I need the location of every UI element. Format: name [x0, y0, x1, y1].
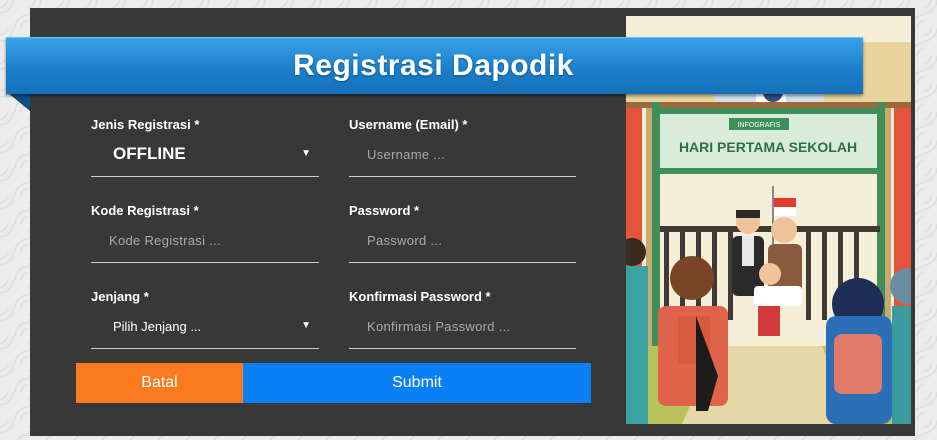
header-ribbon: Registrasi Dapodik — [6, 37, 863, 94]
jenjang-value: Pilih Jenjang ... — [113, 318, 202, 334]
jenis-registrasi-value: OFFLINE — [113, 144, 186, 163]
username-placeholder: Username ... — [367, 146, 446, 162]
banner-small-text: INFOGRAFIS — [738, 122, 781, 129]
banner-text: HARI PERTAMA SEKOLAH — [679, 139, 857, 155]
jenis-registrasi-select[interactable]: OFFLINE ▼ — [91, 132, 319, 177]
page-title: Registrasi Dapodik — [293, 49, 574, 82]
cancel-button[interactable]: Batal — [76, 363, 243, 403]
chevron-down-icon: ▼ — [301, 148, 311, 159]
konfirmasi-password-label: Konfirmasi Password * — [349, 289, 491, 304]
jenjang-select[interactable]: Pilih Jenjang ... ▼ — [91, 304, 319, 349]
kode-registrasi-placeholder: Kode Registrasi ... — [109, 232, 221, 248]
kode-registrasi-label: Kode Registrasi * — [91, 203, 199, 218]
konfirmasi-password-input[interactable]: Konfirmasi Password ... — [349, 304, 576, 349]
username-label: Username (Email) * — [349, 117, 468, 132]
konfirmasi-password-placeholder: Konfirmasi Password ... — [367, 318, 511, 334]
kode-registrasi-input[interactable]: Kode Registrasi ... — [91, 218, 319, 263]
chevron-down-icon: ▼ — [301, 320, 311, 331]
password-placeholder: Password ... — [367, 232, 443, 248]
submit-button[interactable]: Submit — [243, 363, 591, 403]
username-input[interactable]: Username ... — [349, 132, 576, 177]
jenjang-label: Jenjang * — [91, 289, 149, 304]
jenis-registrasi-label: Jenis Registrasi * — [91, 117, 200, 132]
ribbon-fold — [8, 93, 30, 111]
password-input[interactable]: Password ... — [349, 218, 576, 263]
password-label: Password * — [349, 203, 420, 218]
